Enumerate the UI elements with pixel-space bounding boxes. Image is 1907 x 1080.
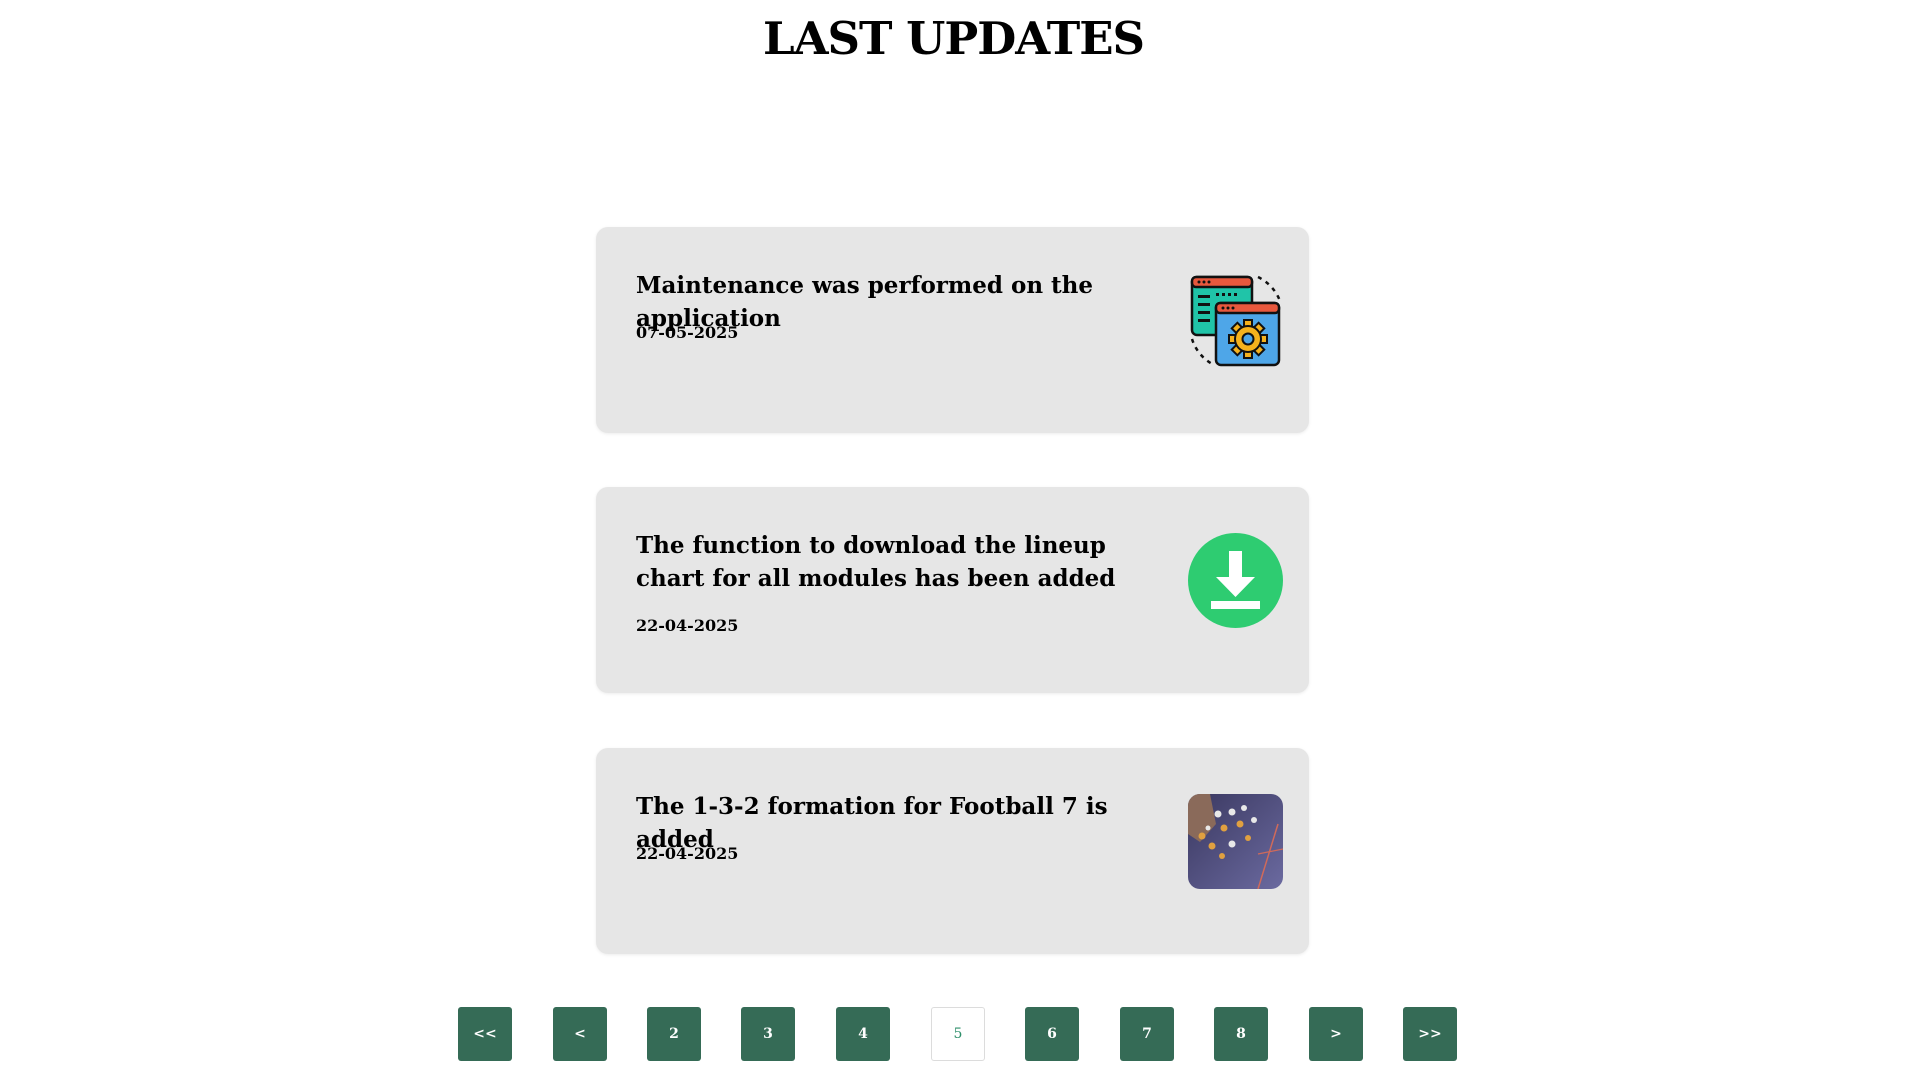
- page-button-3[interactable]: 3: [741, 1007, 795, 1061]
- page-button-8[interactable]: 8: [1214, 1007, 1268, 1061]
- update-card: The function to download the lineup char…: [596, 487, 1309, 693]
- update-date: 07-05-2025: [636, 323, 739, 342]
- first-page-button[interactable]: <<: [458, 1007, 512, 1061]
- update-date: 22-04-2025: [636, 616, 739, 635]
- page-button-7[interactable]: 7: [1120, 1007, 1174, 1061]
- page-button-6[interactable]: 6: [1025, 1007, 1079, 1061]
- prev-page-button[interactable]: <: [553, 1007, 607, 1061]
- download-icon: [1188, 533, 1283, 628]
- page: LAST UPDATES Maintenance was performed o…: [0, 0, 1907, 1080]
- page-button-2[interactable]: 2: [647, 1007, 701, 1061]
- page-button-4[interactable]: 4: [836, 1007, 890, 1061]
- current-page-button[interactable]: 5: [931, 1007, 985, 1061]
- page-title: LAST UPDATES: [762, 12, 1145, 65]
- last-page-button[interactable]: >>: [1403, 1007, 1457, 1061]
- update-date: 22-04-2025: [636, 844, 739, 863]
- tactics-board-image: [1188, 794, 1283, 889]
- settings-windows-icon: [1188, 273, 1283, 368]
- update-title: The function to download the lineup char…: [636, 532, 1116, 592]
- pagination: << < 2 3 4 5 6 7 8 > >>: [0, 1007, 1907, 1061]
- update-card: Maintenance was performed on the applica…: [596, 227, 1309, 433]
- update-card: The 1-3-2 formation for Football 7 is ad…: [596, 748, 1309, 954]
- next-page-button[interactable]: >: [1309, 1007, 1363, 1061]
